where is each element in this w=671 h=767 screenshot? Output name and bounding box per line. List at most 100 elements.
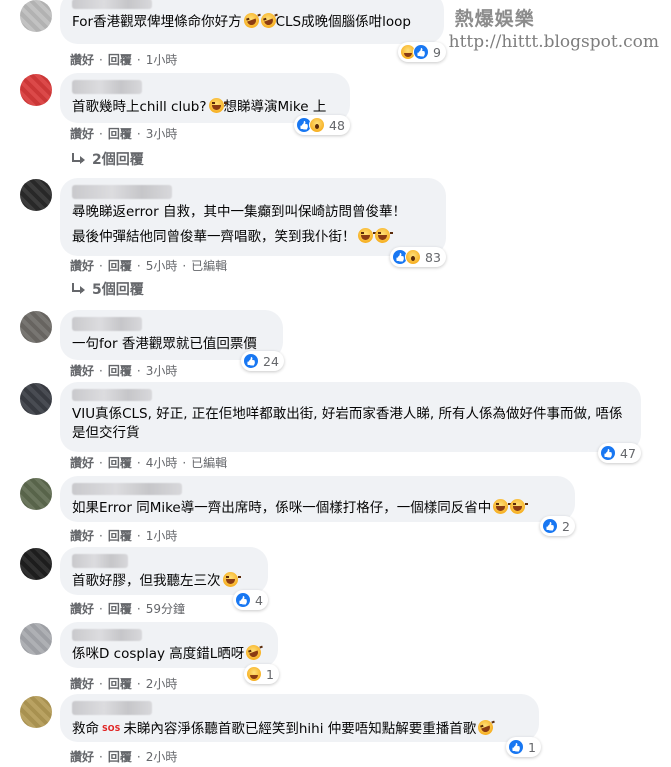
commenter-name-blurred[interactable] <box>72 317 142 331</box>
timestamp[interactable]: 4小時 <box>146 454 178 471</box>
avatar[interactable] <box>20 74 52 106</box>
wow-reaction-icon <box>309 117 325 133</box>
avatar[interactable] <box>20 623 52 655</box>
timestamp[interactable]: 3小時 <box>146 362 178 379</box>
comment-text: 尋晚睇返error 自救，其中一集癲到叫保崎訪問曾俊華！ <box>72 204 406 220</box>
timestamp[interactable]: 5小時 <box>146 257 178 274</box>
reply-arrow-icon <box>70 283 86 295</box>
commenter-name-blurred[interactable] <box>72 483 182 495</box>
reaction-count: 4 <box>255 592 263 608</box>
reply-link[interactable]: 回覆 <box>108 454 132 471</box>
reaction-summary[interactable]: 2 <box>540 516 575 536</box>
avatar[interactable] <box>20 696 52 728</box>
comment-text: 如果Error 同Mike導一齊出席時，係咪一個樣打格仔，一個樣同反省中 <box>72 499 563 518</box>
comment-actions: 讚好 · 回覆 · 59分鐘 <box>70 600 185 617</box>
reply-arrow-icon <box>70 153 86 165</box>
timestamp[interactable]: 1小時 <box>146 51 178 68</box>
comment-bubble: 首歌好膠，但我聽左三次 <box>60 547 268 595</box>
reaction-count: 48 <box>329 117 345 133</box>
reply-link[interactable]: 回覆 <box>108 51 132 68</box>
comment-actions: 讚好 · 回覆 · 1小時 <box>70 51 178 68</box>
reply-link[interactable]: 回覆 <box>108 748 132 765</box>
reaction-summary[interactable]: 83 <box>390 247 446 267</box>
watermark-url: http://hittt.blogspot.com <box>448 32 659 52</box>
reply-link[interactable]: 回覆 <box>108 257 132 274</box>
view-replies-link[interactable]: 2個回覆 <box>70 149 144 169</box>
grinning-sweat-emoji-icon <box>357 228 376 243</box>
comment-actions: 讚好 · 回覆 · 2小時 <box>70 675 178 692</box>
haha-reaction-icon <box>246 666 262 682</box>
like-reaction-icon <box>542 518 558 534</box>
reaction-summary[interactable]: 48 <box>294 115 350 135</box>
reaction-summary[interactable]: 47 <box>598 443 641 463</box>
rofl-emoji-icon <box>476 717 496 738</box>
comment-actions: 讚好 · 回覆 · 3小時 <box>70 125 178 142</box>
comment-bubble: For香港觀眾俾埋條命你好方 CLS成晚個腦係咁loop <box>60 0 444 44</box>
avatar[interactable] <box>20 383 52 415</box>
timestamp[interactable]: 3小時 <box>146 125 178 142</box>
commenter-name-blurred[interactable] <box>72 185 172 199</box>
view-replies-link[interactable]: 5個回覆 <box>70 279 144 299</box>
reaction-summary[interactable]: 1 <box>506 737 541 757</box>
commenter-name-blurred[interactable] <box>72 554 128 568</box>
reaction-count: 1 <box>528 739 536 755</box>
commenter-name-blurred[interactable] <box>72 629 142 641</box>
reply-link[interactable]: 回覆 <box>108 600 132 617</box>
reaction-summary[interactable]: 24 <box>241 351 284 371</box>
like-link[interactable]: 讚好 <box>70 600 94 617</box>
like-reaction-icon <box>508 739 524 755</box>
like-link[interactable]: 讚好 <box>70 362 94 379</box>
like-link[interactable]: 讚好 <box>70 454 94 471</box>
commenter-name-blurred[interactable] <box>72 701 152 715</box>
comment-text: 救命 SOS 未睇內容淨係聽首歌已經笑到hihi 仲要唔知點解要重播首歌 <box>72 717 527 739</box>
like-link[interactable]: 讚好 <box>70 527 94 544</box>
like-link[interactable]: 讚好 <box>70 51 94 68</box>
like-link[interactable]: 讚好 <box>70 675 94 692</box>
comment-text: VIU真係CLS, 好正, 正在佢地咩都敢出街, 好岩而家香港人睇, 所有人係為… <box>72 406 623 441</box>
reaction-count: 24 <box>263 353 279 369</box>
like-reaction-icon <box>600 445 616 461</box>
reply-link[interactable]: 回覆 <box>108 527 132 544</box>
avatar[interactable] <box>20 0 52 32</box>
wow-reaction-icon <box>405 249 421 265</box>
avatar[interactable] <box>20 478 52 510</box>
comment-actions: 讚好 · 回覆 · 3小時 <box>70 362 178 379</box>
reply-link[interactable]: 回覆 <box>108 362 132 379</box>
blog-watermark: 熱爆娛樂 http://hittt.blogspot.com <box>449 4 659 52</box>
reaction-summary[interactable]: 9 <box>398 42 446 62</box>
commenter-name-blurred[interactable] <box>72 80 142 94</box>
grinning-sweat-emoji-icon <box>493 499 512 514</box>
like-link[interactable]: 讚好 <box>70 748 94 765</box>
comment-actions: 讚好 · 回覆 · 4小時 · 已編輯 <box>70 454 228 471</box>
like-link[interactable]: 讚好 <box>70 257 94 274</box>
reaction-summary[interactable]: 1 <box>244 664 279 684</box>
reaction-count: 83 <box>425 249 441 265</box>
comment-text: 首歌好膠，但我聽左三次 <box>72 572 256 591</box>
comment-bubble: 尋晚睇返error 自救，其中一集癲到叫保崎訪問曾俊華！ 最後仲彈結他同曾俊華一… <box>60 178 446 256</box>
reaction-summary[interactable]: 4 <box>233 590 268 610</box>
timestamp[interactable]: 1小時 <box>146 527 178 544</box>
reaction-count: 47 <box>620 445 636 461</box>
reply-link[interactable]: 回覆 <box>108 125 132 142</box>
watermark-title: 熱爆娛樂 <box>454 8 535 30</box>
avatar[interactable] <box>20 179 52 211</box>
timestamp[interactable]: 2小時 <box>146 675 178 692</box>
commenter-name-blurred[interactable] <box>72 0 152 9</box>
grinning-sweat-emoji-icon <box>222 572 241 587</box>
reply-link[interactable]: 回覆 <box>108 675 132 692</box>
commenter-name-blurred[interactable] <box>72 389 152 401</box>
comment-text: 一句for 香港觀眾就已值回票價 <box>72 336 257 352</box>
like-reaction-icon <box>413 44 429 60</box>
timestamp[interactable]: 59分鐘 <box>146 600 185 617</box>
timestamp[interactable]: 2小時 <box>146 748 178 765</box>
reaction-count: 1 <box>266 666 274 682</box>
like-link[interactable]: 讚好 <box>70 125 94 142</box>
avatar[interactable] <box>20 311 52 343</box>
comment-actions: 讚好 · 回覆 · 5小時 · 已編輯 <box>70 257 228 274</box>
edited-label: 已編輯 <box>191 456 228 470</box>
edited-label: 已編輯 <box>191 259 228 273</box>
avatar[interactable] <box>20 548 52 580</box>
grinning-sweat-emoji-icon <box>510 499 529 514</box>
comment-bubble: 如果Error 同Mike導一齊出席時，係咪一個樣打格仔，一個樣同反省中 <box>60 476 575 522</box>
comment-bubble: VIU真係CLS, 好正, 正在佢地咩都敢出街, 好岩而家香港人睇, 所有人係為… <box>60 382 641 452</box>
